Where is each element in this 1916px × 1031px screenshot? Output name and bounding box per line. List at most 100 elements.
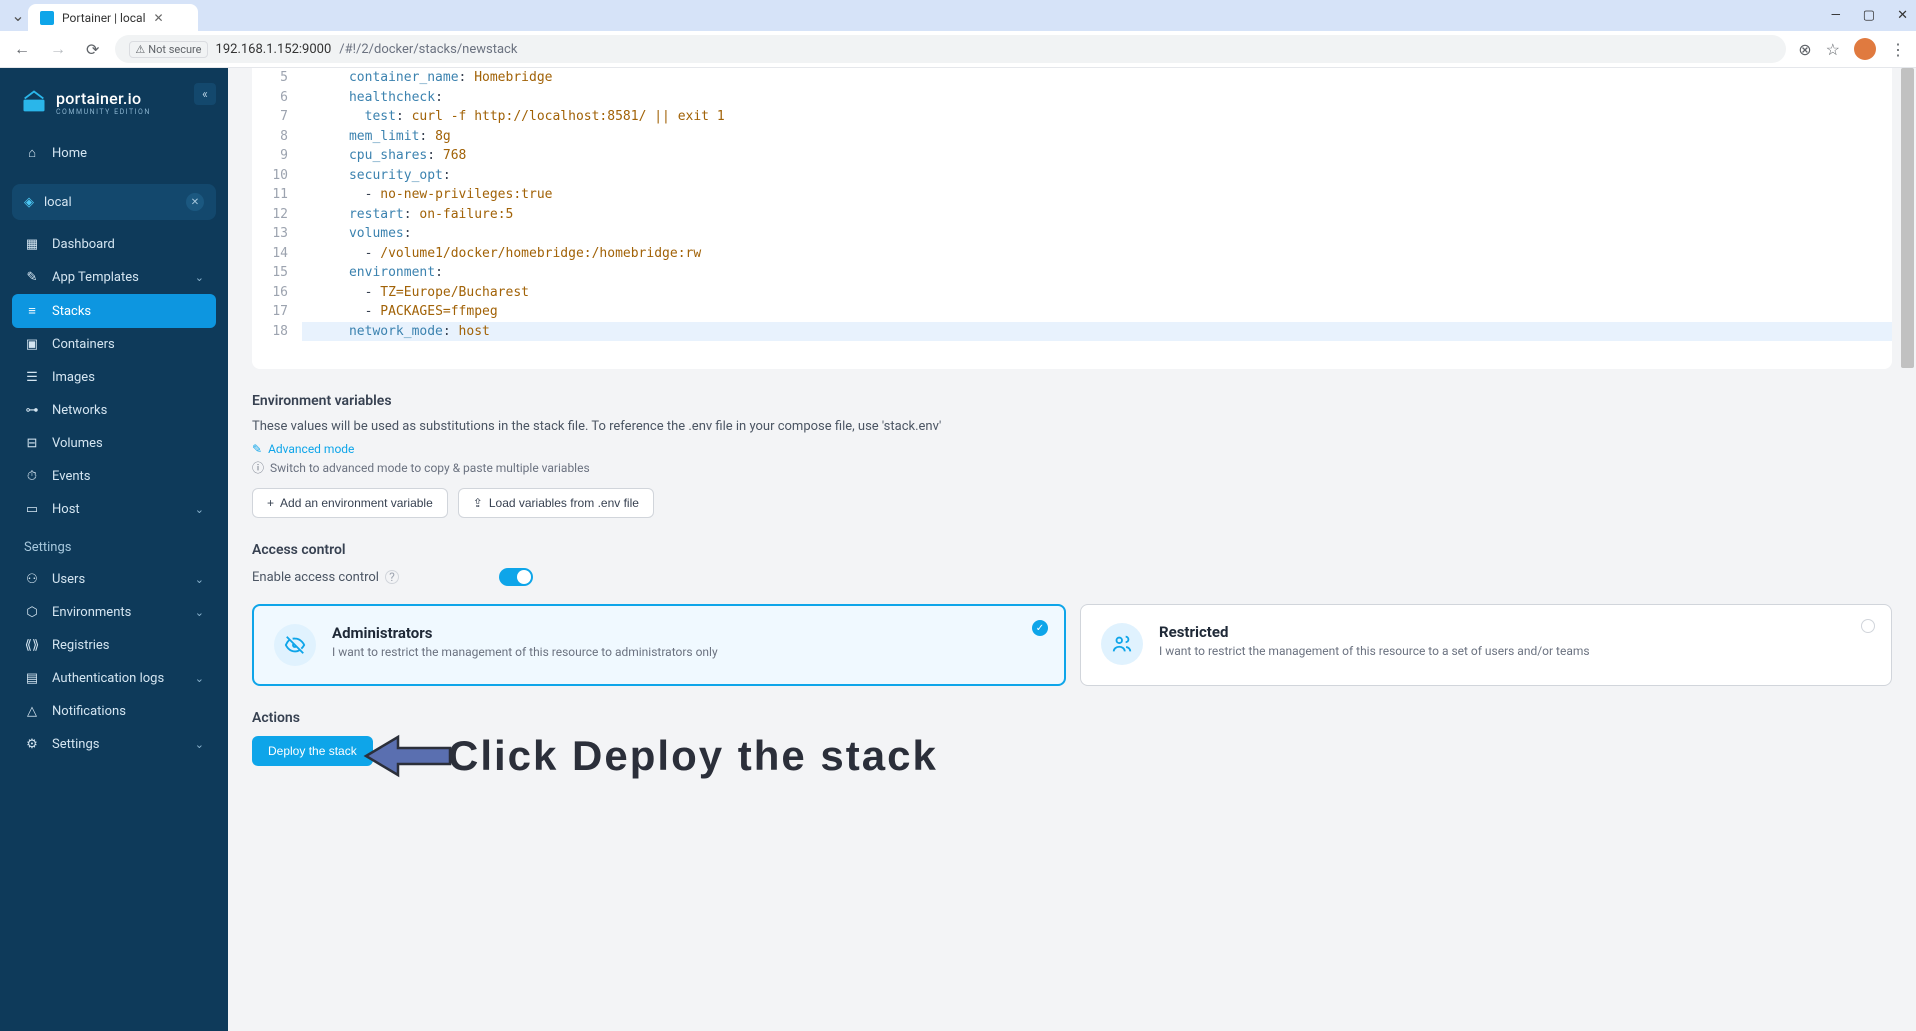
code-line[interactable]: 17 - PACKAGES=ffmpeg: [252, 302, 1892, 322]
sidebar-item-registries[interactable]: ⟪⟫Registries: [12, 629, 216, 662]
settings-heading: Settings: [12, 526, 216, 563]
code-line[interactable]: 6 healthcheck:: [252, 88, 1892, 108]
advanced-mode-hint: ⓘ Switch to advanced mode to copy & past…: [252, 459, 1892, 476]
deploy-stack-button[interactable]: Deploy the stack: [252, 736, 373, 766]
sidebar-item-environments[interactable]: ⬡Environments⌄: [12, 596, 216, 629]
users-icon: ⚇: [24, 572, 40, 587]
access-control-title: Access control: [252, 542, 1892, 558]
browser-tab[interactable]: Portainer | local ✕: [28, 4, 198, 31]
sidebar-item-label: Notifications: [52, 704, 126, 719]
sidebar-item-label: Volumes: [52, 436, 103, 451]
sidebar-item-images[interactable]: ☰Images: [12, 361, 216, 394]
profile-avatar[interactable]: [1854, 38, 1876, 60]
collapse-sidebar-button[interactable]: «: [194, 83, 216, 105]
sidebar-item-host[interactable]: ▭ Host ⌄: [12, 493, 216, 526]
sidebar-item-label: Users: [52, 572, 85, 587]
not-secure-badge[interactable]: ⚠ Not secure: [129, 41, 207, 58]
chevron-down-icon: ⌄: [195, 573, 204, 586]
sidebar-item-label: Images: [52, 370, 95, 385]
events-icon: ⏱: [24, 469, 40, 484]
scrollbar[interactable]: [1901, 68, 1914, 1031]
sidebar-item-label: Authentication logs: [52, 671, 164, 686]
environment-chip[interactable]: ◈ local ✕: [12, 184, 216, 220]
sidebar-item-events[interactable]: ⏱ Events: [12, 460, 216, 493]
access-card-administrators[interactable]: Administrators I want to restrict the ma…: [252, 604, 1066, 686]
sidebar-item-authentication-logs[interactable]: ▤Authentication logs⌄: [12, 662, 216, 695]
sidebar-item-volumes[interactable]: ⊟ Volumes: [12, 427, 216, 460]
maximize-icon[interactable]: ▢: [1863, 8, 1875, 23]
load-env-file-button[interactable]: ⇪ Load variables from .env file: [458, 488, 654, 518]
sidebar-item-label: App Templates: [52, 270, 139, 285]
registries-icon: ⟪⟫: [24, 638, 40, 653]
sidebar-item-label: Settings: [52, 737, 99, 752]
main-content: 5 container_name: Homebridge6 healthchec…: [228, 68, 1916, 1031]
star-icon[interactable]: ☆: [1826, 40, 1840, 59]
sidebar-item-notifications[interactable]: △Notifications: [12, 695, 216, 728]
annotation-overlay: Click Deploy the stack: [362, 731, 938, 781]
sidebar-item-settings[interactable]: ⚙Settings⌄: [12, 728, 216, 761]
sidebar-item-label: Networks: [52, 403, 107, 418]
logo-text: portainer.io: [56, 89, 151, 108]
containers-icon: ▣: [24, 337, 40, 352]
back-icon[interactable]: ←: [10, 35, 34, 63]
volumes-icon: ⊟: [24, 436, 40, 451]
advanced-mode-link[interactable]: ✎ Advanced mode: [252, 442, 1892, 456]
tab-title: Portainer | local: [62, 11, 146, 25]
code-line[interactable]: 5 container_name: Homebridge: [252, 68, 1892, 88]
browser-tab-bar: ⌄ Portainer | local ✕ — ▢ ✕: [0, 0, 1916, 31]
key-icon[interactable]: ⊗: [1798, 40, 1811, 59]
close-window-icon[interactable]: ✕: [1897, 8, 1908, 23]
url-input[interactable]: ⚠ Not secure 192.168.1.152:9000/#!/2/doc…: [115, 35, 1786, 63]
close-env-icon[interactable]: ✕: [186, 193, 204, 211]
sidebar-item-stacks[interactable]: ≡Stacks: [12, 294, 216, 328]
close-icon[interactable]: ✕: [154, 11, 164, 25]
code-editor[interactable]: 5 container_name: Homebridge6 healthchec…: [252, 68, 1892, 369]
code-line[interactable]: 18 network_mode: host: [252, 322, 1892, 342]
forward-icon: →: [46, 35, 70, 63]
card-title: Administrators: [332, 624, 718, 642]
host-icon: ▭: [24, 502, 40, 517]
code-line[interactable]: 15 environment:: [252, 263, 1892, 283]
logo-subtext: COMMUNITY EDITION: [56, 108, 151, 116]
env-vars-title: Environment variables: [252, 393, 1892, 409]
sidebar-item-app-templates[interactable]: ✎App Templates⌄: [12, 261, 216, 294]
sidebar-item-label: Home: [52, 146, 87, 161]
environment-label: local: [44, 195, 72, 210]
sidebar-item-label: Events: [52, 469, 90, 484]
help-icon[interactable]: ?: [385, 570, 399, 584]
code-line[interactable]: 8 mem_limit: 8g: [252, 127, 1892, 147]
env-vars-description: These values will be used as substitutio…: [252, 419, 1892, 434]
sidebar-item-home[interactable]: ⌂ Home: [12, 136, 216, 170]
sidebar-item-label: Host: [52, 502, 80, 517]
sidebar-item-dashboard[interactable]: ▦Dashboard: [12, 228, 216, 261]
upload-icon: ⇪: [473, 496, 483, 510]
kebab-menu-icon[interactable]: ⋮: [1890, 40, 1906, 59]
code-line[interactable]: 11 - no-new-privileges:true: [252, 185, 1892, 205]
sidebar-item-containers[interactable]: ▣ Containers: [12, 328, 216, 361]
chevron-down-icon: ⌄: [195, 503, 204, 516]
logo[interactable]: portainer.io COMMUNITY EDITION: [12, 88, 216, 136]
plus-icon: +: [267, 496, 274, 510]
card-desc: I want to restrict the management of thi…: [1159, 644, 1590, 658]
sidebar: « portainer.io COMMUNITY EDITION ⌂ Home …: [0, 68, 228, 1031]
code-line[interactable]: 7 test: curl -f http://localhost:8581/ |…: [252, 107, 1892, 127]
code-line[interactable]: 9 cpu_shares: 768: [252, 146, 1892, 166]
code-line[interactable]: 16 - TZ=Europe/Bucharest: [252, 283, 1892, 303]
minimize-icon[interactable]: —: [1831, 8, 1841, 23]
access-control-toggle[interactable]: [499, 568, 533, 586]
sidebar-item-label: Containers: [52, 337, 115, 352]
radio-unchecked-icon: [1861, 619, 1875, 633]
reload-icon[interactable]: ⟳: [82, 36, 103, 63]
code-line[interactable]: 13 volumes:: [252, 224, 1892, 244]
sidebar-item-networks[interactable]: ⊶Networks: [12, 394, 216, 427]
authentication-logs-icon: ▤: [24, 671, 40, 686]
sidebar-item-users[interactable]: ⚇ Users ⌄: [12, 563, 216, 596]
add-env-var-button[interactable]: + Add an environment variable: [252, 488, 448, 518]
settings-icon: ⚙: [24, 737, 40, 752]
code-line[interactable]: 12 restart: on-failure:5: [252, 205, 1892, 225]
tab-dropdown-icon[interactable]: ⌄: [8, 6, 28, 25]
eye-off-icon: [274, 624, 316, 666]
code-line[interactable]: 14 - /volume1/docker/homebridge:/homebri…: [252, 244, 1892, 264]
access-card-restricted[interactable]: Restricted I want to restrict the manage…: [1080, 604, 1892, 686]
code-line[interactable]: 10 security_opt:: [252, 166, 1892, 186]
